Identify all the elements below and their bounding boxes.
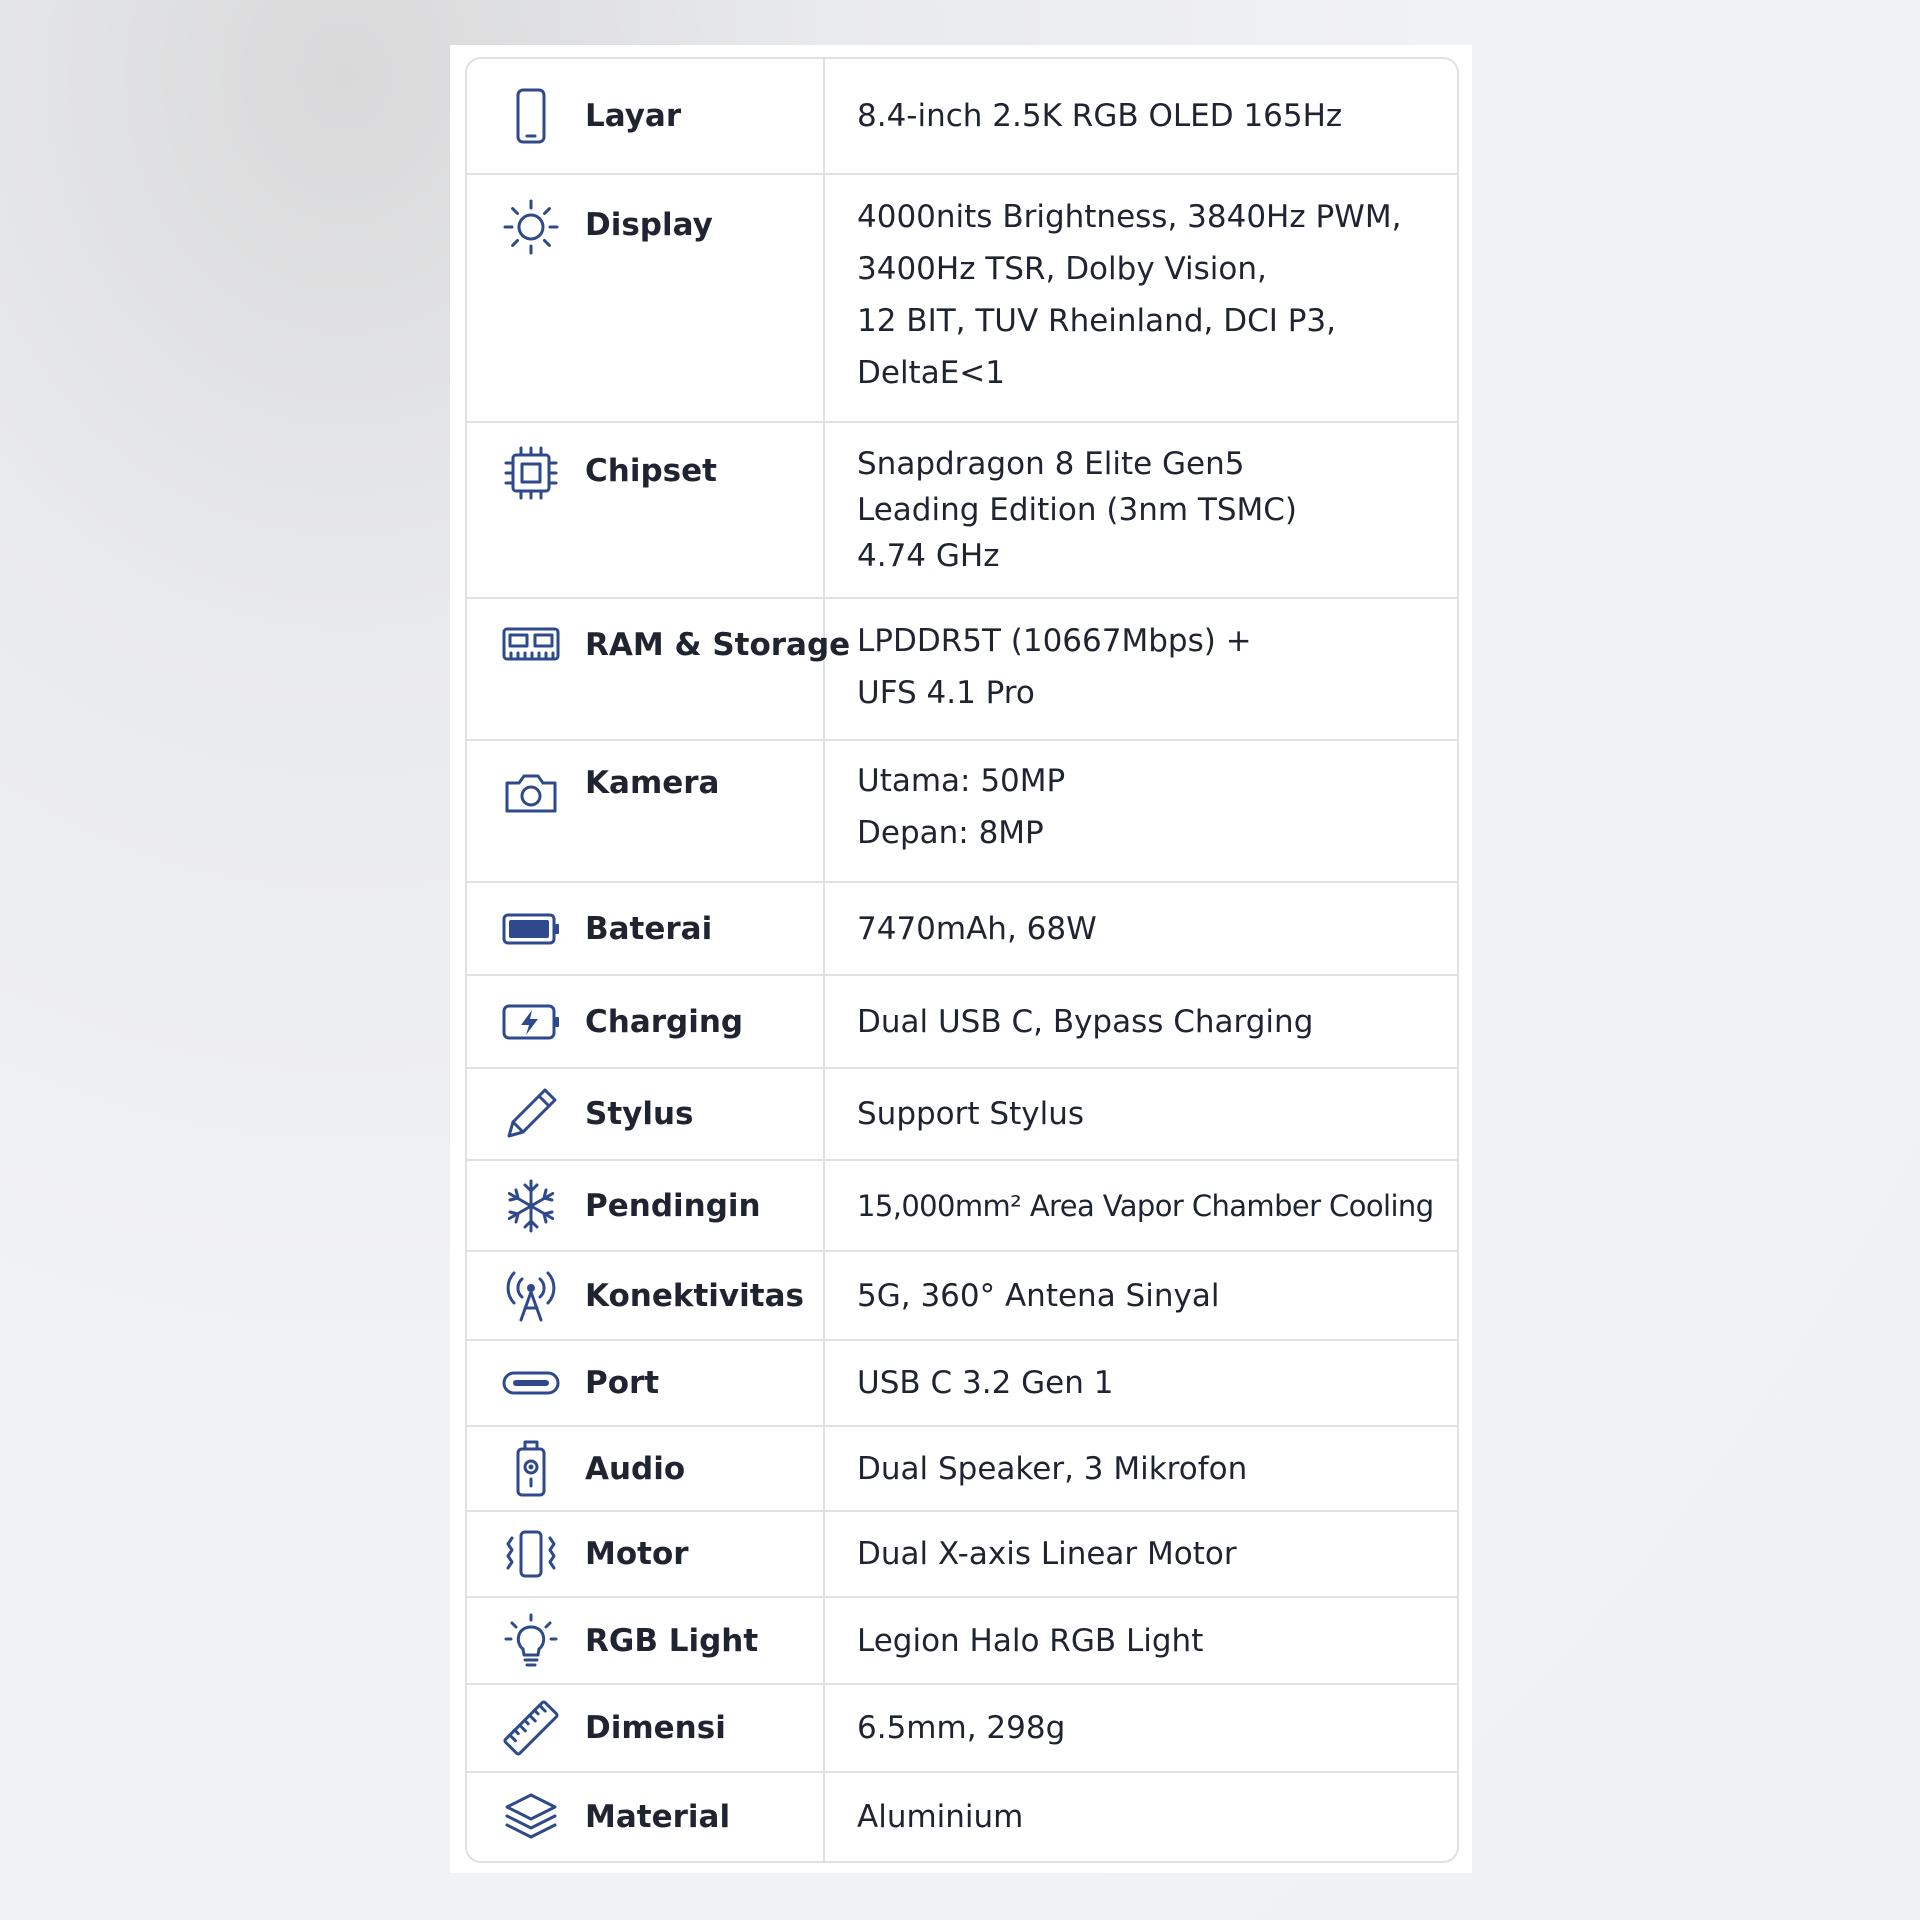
- spec-value: Support Stylus: [857, 1096, 1084, 1132]
- spec-row-rgb-light: RGB Light Legion Halo RGB Light: [467, 1598, 1457, 1685]
- memory-icon: [501, 615, 561, 675]
- spec-label: Motor: [585, 1536, 689, 1572]
- spec-value: Utama: 50MP Depan: 8MP: [857, 763, 1066, 851]
- spec-label-cell: Audio: [467, 1427, 825, 1510]
- spec-label-cell: Pendingin: [467, 1161, 825, 1250]
- spec-value: Snapdragon 8 Elite Gen5 Leading Edition …: [857, 446, 1297, 574]
- spec-row-baterai: Baterai 7470mAh, 68W: [467, 883, 1457, 976]
- spec-label: Layar: [585, 98, 682, 134]
- spec-label-cell: Motor: [467, 1512, 825, 1596]
- spec-label-cell: Display: [467, 175, 825, 421]
- spec-row-ram-storage: RAM & Storage LPDDR5T (10667Mbps) + UFS …: [467, 599, 1457, 741]
- spec-label: Audio: [585, 1450, 686, 1487]
- spec-row-material: Material Aluminium: [467, 1773, 1457, 1861]
- chip-icon: [501, 443, 561, 503]
- spec-value: Aluminium: [857, 1799, 1024, 1835]
- spec-row-audio: Audio Dual Speaker, 3 Mikrofon: [467, 1427, 1457, 1512]
- spec-table: Layar 8.4-inch 2.5K RGB OLED 165Hz Displ…: [465, 57, 1459, 1863]
- spec-label: Display: [585, 207, 713, 243]
- antenna-icon: [501, 1266, 561, 1326]
- battery-icon: [501, 899, 561, 959]
- spec-label: Stylus: [585, 1096, 694, 1132]
- spec-row-konektivitas: Konektivitas 5G, 360° Antena Sinyal: [467, 1252, 1457, 1341]
- spec-label-cell: Kamera: [467, 741, 825, 881]
- spec-row-dimensi: Dimensi 6.5mm, 298g: [467, 1685, 1457, 1773]
- spec-label: Pendingin: [585, 1187, 761, 1224]
- spec-label: RGB Light: [585, 1622, 759, 1659]
- spec-row-chipset: Chipset Snapdragon 8 Elite Gen5 Leading …: [467, 423, 1457, 599]
- spec-row-pendingin: Pendingin 15,000mm² Area Vapor Chamber C…: [467, 1161, 1457, 1252]
- spec-value: Dual USB C, Bypass Charging: [857, 1003, 1314, 1040]
- spec-value: LPDDR5T (10667Mbps) + UFS 4.1 Pro: [857, 623, 1252, 711]
- spec-value: Dual Speaker, 3 Mikrofon: [857, 1450, 1248, 1487]
- spec-row-stylus: Stylus Support Stylus: [467, 1069, 1457, 1161]
- spec-row-charging: Charging Dual USB C, Bypass Charging: [467, 976, 1457, 1069]
- spec-label-cell: Baterai: [467, 883, 825, 974]
- spec-label-cell: Stylus: [467, 1069, 825, 1159]
- spec-label-cell: Charging: [467, 976, 825, 1067]
- layers-icon: [501, 1787, 561, 1847]
- spec-label: Chipset: [585, 453, 717, 489]
- spec-label: Dimensi: [585, 1710, 726, 1746]
- spec-label: RAM & Storage: [585, 627, 851, 663]
- pencil-icon: [501, 1084, 561, 1144]
- spec-value: 15,000mm² Area Vapor Chamber Cooling: [857, 1188, 1434, 1223]
- spec-row-layar: Layar 8.4-inch 2.5K RGB OLED 165Hz: [467, 59, 1457, 175]
- spec-row-display: Display 4000nits Brightness, 3840Hz PWM,…: [467, 175, 1457, 423]
- spec-label-cell: Chipset: [467, 423, 825, 597]
- ruler-icon: [501, 1698, 561, 1758]
- spec-value: Dual X-axis Linear Motor: [857, 1536, 1237, 1572]
- lightbulb-icon: [501, 1611, 561, 1671]
- spec-value: 4000nits Brightness, 3840Hz PWM, 3400Hz …: [857, 199, 1402, 391]
- spec-row-port: Port USB C 3.2 Gen 1: [467, 1341, 1457, 1427]
- spec-value: 8.4-inch 2.5K RGB OLED 165Hz: [857, 98, 1343, 134]
- spec-value: Legion Halo RGB Light: [857, 1622, 1204, 1659]
- spec-row-kamera: Kamera Utama: 50MP Depan: 8MP: [467, 741, 1457, 883]
- phone-icon: [501, 86, 561, 146]
- vibration-icon: [501, 1524, 561, 1584]
- spec-label: Port: [585, 1365, 660, 1401]
- spec-row-motor: Motor Dual X-axis Linear Motor: [467, 1512, 1457, 1598]
- spec-label: Kamera: [585, 765, 720, 801]
- spec-label-cell: Port: [467, 1341, 825, 1425]
- spec-label: Material: [585, 1799, 731, 1835]
- snowflake-icon: [501, 1176, 561, 1236]
- camera-icon: [501, 763, 561, 823]
- spec-label-cell: RGB Light: [467, 1598, 825, 1683]
- spec-value: 7470mAh, 68W: [857, 910, 1097, 947]
- speaker-icon: [501, 1439, 561, 1499]
- charging-icon: [501, 992, 561, 1052]
- spec-value: 6.5mm, 298g: [857, 1710, 1066, 1746]
- spec-label: Konektivitas: [585, 1277, 804, 1314]
- spec-label-cell: Material: [467, 1773, 825, 1861]
- spec-label-cell: Dimensi: [467, 1685, 825, 1771]
- usb-port-icon: [501, 1353, 561, 1413]
- spec-label: Charging: [585, 1003, 744, 1040]
- spec-value: USB C 3.2 Gen 1: [857, 1365, 1114, 1401]
- spec-label-cell: RAM & Storage: [467, 599, 850, 739]
- spec-label-cell: Konektivitas: [467, 1252, 825, 1339]
- sun-icon: [501, 197, 561, 257]
- spec-label-cell: Layar: [467, 59, 825, 173]
- spec-label: Baterai: [585, 910, 713, 947]
- spec-value: 5G, 360° Antena Sinyal: [857, 1277, 1220, 1314]
